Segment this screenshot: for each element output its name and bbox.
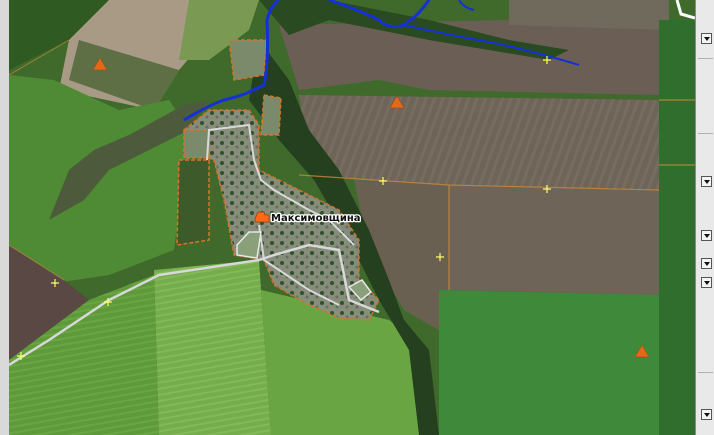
chevron-down-icon[interactable] — [701, 277, 712, 288]
chevron-down-icon[interactable] — [701, 258, 712, 269]
field-right-edge — [659, 20, 695, 435]
map-application: Максимовщина — [0, 0, 714, 435]
right-layer-panel — [695, 0, 714, 435]
parcel-north-1[interactable] — [228, 39, 268, 81]
panel-divider — [698, 58, 713, 59]
field-plowed-center — [299, 95, 659, 190]
field-bottom-center-1 — [154, 260, 271, 435]
settlement-marker[interactable]: Максимовщина — [254, 211, 362, 225]
satellite-map-canvas[interactable]: Максимовщина — [9, 0, 695, 435]
chevron-down-icon[interactable] — [701, 176, 712, 187]
field-plowed-east — [449, 185, 659, 295]
panel-divider — [698, 133, 713, 134]
parcel-north-2[interactable] — [260, 94, 282, 136]
field-top-right — [509, 0, 669, 30]
chevron-down-icon[interactable] — [701, 409, 712, 420]
chevron-down-icon[interactable] — [701, 230, 712, 241]
parcel-small-west[interactable] — [183, 129, 210, 159]
parcel-west[interactable] — [176, 159, 210, 246]
chevron-down-icon[interactable] — [701, 33, 712, 44]
field-bottom-right-green — [439, 290, 659, 435]
settlement-label: Максимовщина — [271, 213, 361, 224]
panel-divider — [698, 372, 713, 373]
